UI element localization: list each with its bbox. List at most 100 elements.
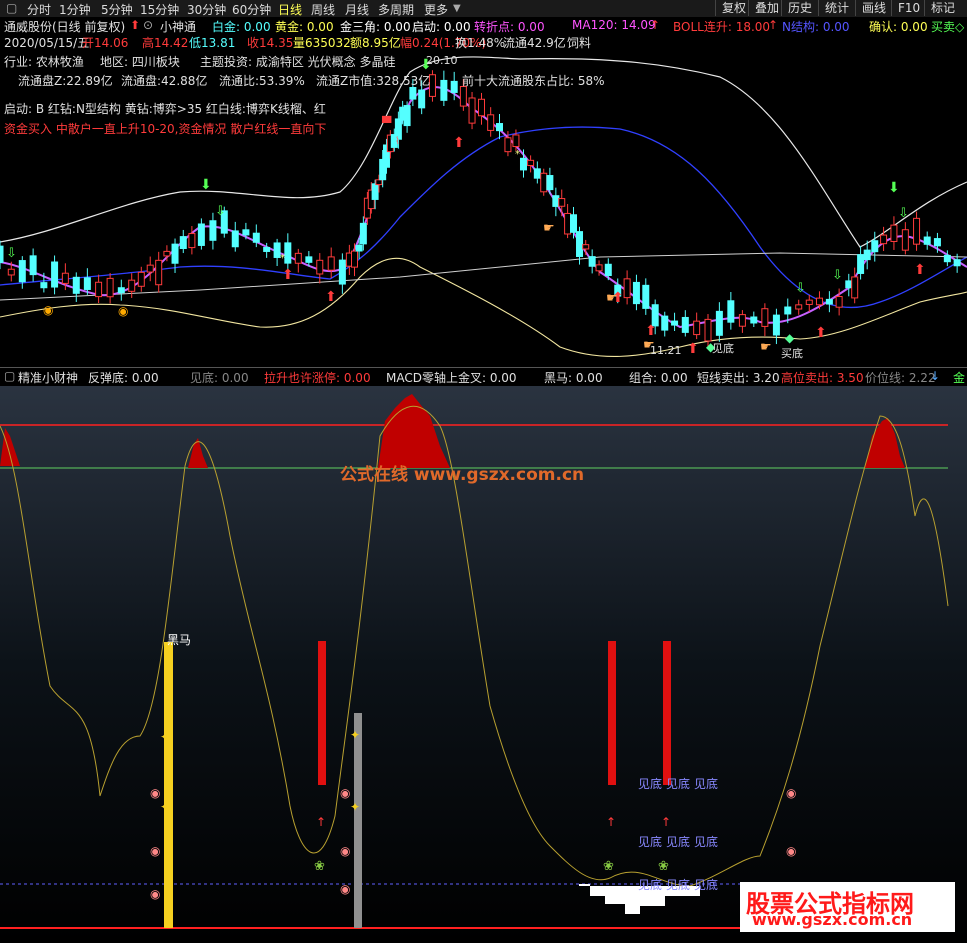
svg-text:见底: 见底 xyxy=(638,834,662,849)
candle-body xyxy=(564,212,572,235)
tab-period-day[interactable]: 日线 xyxy=(278,1,302,18)
svg-text:⇩: ⇩ xyxy=(832,268,843,283)
candle-body xyxy=(418,89,426,109)
svg-text:↑: ↑ xyxy=(606,815,616,829)
tab-period-fenshi[interactable]: 分时 xyxy=(27,1,51,18)
quote-amount: 额8.95亿 xyxy=(350,36,401,50)
svg-text:⬆: ⬆ xyxy=(282,267,294,283)
svg-text:◉: ◉ xyxy=(150,887,160,901)
tab-period-30min[interactable]: 30分钟 xyxy=(187,1,226,18)
svg-text:见底: 见底 xyxy=(666,776,690,791)
candle-body xyxy=(137,271,145,287)
candle-body xyxy=(805,299,813,305)
tab-period-multi[interactable]: 多周期 xyxy=(378,1,414,18)
tab-period-15min[interactable]: 15分钟 xyxy=(140,1,179,18)
candle-body xyxy=(546,175,554,191)
tab-period-week[interactable]: 周线 xyxy=(311,1,335,18)
candle-body xyxy=(355,244,363,252)
quote-low: 低13.81 xyxy=(189,36,236,50)
svg-text:↑: ↑ xyxy=(661,815,671,829)
baijin-value: 白金: 0.00 xyxy=(212,20,271,34)
candle-body xyxy=(871,240,879,253)
svg-text:*: * xyxy=(515,149,520,160)
lower-indicator-name[interactable]: 精准小财神 xyxy=(18,369,78,386)
svg-text:☛: ☛ xyxy=(760,340,772,355)
candle-body xyxy=(29,255,37,276)
candle-body xyxy=(845,280,853,289)
maidong-value: 买卖◇ xyxy=(931,20,965,34)
brand-url: www.gszx.com.cn xyxy=(752,910,913,929)
tab-period-5min[interactable]: 5分钟 xyxy=(101,1,133,18)
candle-body xyxy=(512,134,520,148)
low-price-label: 11.21 xyxy=(650,344,682,357)
heima-label: 黑马 xyxy=(167,633,191,647)
svg-text:见底: 见底 xyxy=(666,834,690,849)
candle-body xyxy=(51,261,59,288)
candle-body xyxy=(40,282,48,289)
fuquan-button[interactable]: 复权 xyxy=(715,0,752,16)
candle-body xyxy=(231,230,239,248)
candle-body xyxy=(477,98,485,117)
candle-body xyxy=(327,256,335,271)
profile-float-ratio: 流通比:53.39% xyxy=(219,74,305,88)
svg-text:见底: 见底 xyxy=(638,877,662,892)
svg-text:见底: 见底 xyxy=(694,834,718,849)
svg-text:▀: ▀ xyxy=(381,115,392,130)
svg-text:↑: ↑ xyxy=(316,815,326,829)
svg-text:✦: ✦ xyxy=(350,800,360,814)
profile-signals: 启动: B 红钻:N型结构 黄钻:博弈>35 红白线:博弈K线榴、红 xyxy=(4,102,326,116)
candle-body xyxy=(576,231,584,257)
profile-theme: 主题投资: 成渝特区 光伏概念 多晶硅 xyxy=(200,55,396,69)
tab-period-60min[interactable]: 60分钟 xyxy=(232,1,271,18)
quote-float-cap: 流通42.9亿 xyxy=(503,36,566,50)
candle-body xyxy=(588,256,596,267)
candle-body xyxy=(750,316,758,324)
draw-button[interactable]: 画线 xyxy=(855,0,892,16)
stats-button[interactable]: 统计 xyxy=(818,0,855,16)
high-price-label: 20.10 xyxy=(426,54,458,67)
candle-body xyxy=(857,254,865,274)
f10-button[interactable]: F10 xyxy=(891,0,926,16)
quote-high: 高14.42 xyxy=(142,36,189,50)
jinsanjiao-value: 金三角: 0.00 xyxy=(340,20,411,34)
candle-body xyxy=(338,259,346,285)
svg-text:❀: ❀ xyxy=(658,859,669,874)
svg-text:⬆: ⬆ xyxy=(453,135,465,151)
candle-body xyxy=(351,250,359,268)
red-bar-3 xyxy=(663,641,671,785)
candle-body xyxy=(632,281,640,305)
svg-text:✦: ✦ xyxy=(160,730,170,744)
tab-period-month[interactable]: 月线 xyxy=(345,1,369,18)
svg-text:⬆: ⬆ xyxy=(645,323,657,339)
toolbar-icon[interactable]: ▢ xyxy=(6,1,17,15)
svg-text:❀: ❀ xyxy=(603,859,614,874)
svg-text:◉: ◉ xyxy=(786,786,796,800)
candle-body xyxy=(163,250,171,257)
candle-body xyxy=(284,242,292,264)
indicator-dropdown-icon[interactable]: ⊙ xyxy=(143,18,153,32)
quote-volume: 量635032 xyxy=(293,36,351,50)
candle-body xyxy=(0,245,4,263)
tab-period-more[interactable]: 更多 xyxy=(424,1,448,18)
tab-period-1min[interactable]: 1分钟 xyxy=(59,1,91,18)
overlay-button[interactable]: 叠加 xyxy=(748,0,785,16)
site-watermark: 公式在线 www.gszx.com.cn xyxy=(340,465,585,485)
down-arrow-icon: ↓ xyxy=(930,369,941,383)
indicator-name[interactable]: 小神通 xyxy=(160,18,196,35)
period-toolbar: ▢ 分时 1分钟 5分钟 15分钟 30分钟 60分钟 日线 周线 月线 多周期… xyxy=(0,0,967,18)
candle-body xyxy=(428,74,436,97)
candle-body xyxy=(519,157,527,171)
candle-body xyxy=(595,264,603,272)
more-chevron-icon[interactable]: ▼ xyxy=(453,3,461,14)
candle-body xyxy=(772,314,780,336)
candle-body xyxy=(558,198,566,207)
svg-text:◆: ◆ xyxy=(785,331,795,345)
svg-text:⬆: ⬆ xyxy=(687,341,699,357)
svg-text:⬆: ⬆ xyxy=(325,289,337,305)
profile-industry: 行业: 农林牧渔 xyxy=(4,55,84,69)
candle-body xyxy=(795,304,803,310)
history-button[interactable]: 历史 xyxy=(781,0,818,16)
lashen-value: 拉升也许涨停: 0.00 xyxy=(264,371,371,385)
mark-button[interactable]: 标记 xyxy=(924,0,961,16)
indicator-toggle-icon[interactable]: ▢ xyxy=(4,369,15,383)
